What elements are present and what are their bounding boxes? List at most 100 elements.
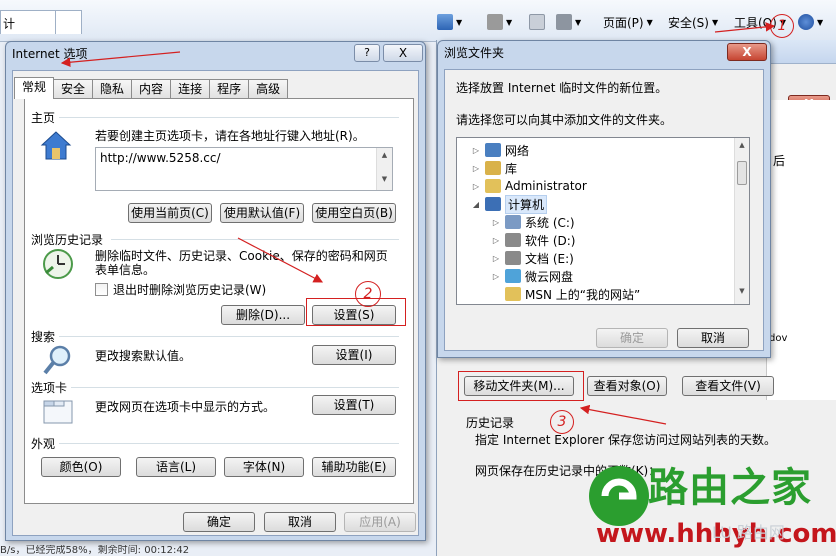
internet-options-dialog: Internet 选项 ? X 常规 安全 隐私 内容 连接 程序 高级 主页 … xyxy=(5,41,426,541)
dialog-title: 浏览文件夹 xyxy=(444,46,505,60)
clock-icon xyxy=(41,247,75,281)
status-bar-text: B/s，已经完成58%，剩余时间: 00:12:42 xyxy=(0,545,190,556)
chevron-down-icon: ▼ xyxy=(575,17,582,27)
tree-node[interactable]: ▷ 软件 (D:) xyxy=(491,231,575,249)
mail-button[interactable] xyxy=(529,12,545,32)
delete-history-button[interactable]: 删除(D)... xyxy=(221,305,305,325)
tree-node[interactable]: ▷ Administrator xyxy=(471,177,587,195)
tabs-window-icon xyxy=(41,395,75,429)
tab-advanced[interactable]: 高级 xyxy=(248,79,289,99)
tabs-settings-button[interactable]: 设置(T) xyxy=(312,395,396,415)
annotation-highlight-move xyxy=(458,371,584,401)
history-section-title: 历史记录 xyxy=(466,416,515,430)
safety-menu[interactable]: 安全(S) ▼ xyxy=(668,12,718,32)
magnifier-icon xyxy=(41,343,75,377)
apply-button[interactable]: 应用(A) xyxy=(344,512,416,532)
tree-expander-icon[interactable]: ▷ xyxy=(491,254,501,263)
tree-node-label: 软件 (D:) xyxy=(525,233,576,248)
browser-tab-label: 计 xyxy=(3,17,16,31)
search-settings-button[interactable]: 设置(I) xyxy=(312,345,396,365)
colors-button[interactable]: 颜色(O) xyxy=(41,457,121,477)
instruction-line1: 选择放置 Internet 临时文件的新位置。 xyxy=(456,81,668,95)
delete-on-exit-checkbox[interactable] xyxy=(95,283,108,296)
scrollbar[interactable]: ▲ ▼ xyxy=(376,148,392,190)
tab-privacy[interactable]: 隐私 xyxy=(92,79,133,99)
side-text-after: 后 xyxy=(773,154,786,168)
ok-button[interactable]: 确定 xyxy=(596,328,668,348)
computer-icon xyxy=(485,197,501,211)
tree-node[interactable]: ▷ 文档 (E:) xyxy=(491,249,574,267)
tree-node-label: 微云网盘 xyxy=(525,269,574,284)
home-button[interactable]: ▼ xyxy=(437,12,462,32)
search-description: 更改搜索默认值。 xyxy=(95,349,192,363)
windows-drive-icon xyxy=(505,215,521,229)
tree-node[interactable]: MSN 上的“我的网站” xyxy=(491,285,640,303)
tree-node[interactable]: ▷ 系统 (C:) xyxy=(491,213,575,231)
close-icon: X xyxy=(742,45,752,59)
user-folder-icon xyxy=(485,179,501,193)
divider xyxy=(59,443,399,444)
feeds-button[interactable]: ▼ xyxy=(487,12,512,32)
tree-node-label: Administrator xyxy=(505,179,587,193)
use-default-button[interactable]: 使用默认值(F) xyxy=(220,203,304,223)
tree-node-label: 计算机 xyxy=(505,194,548,214)
tree-node[interactable]: ▷ 库 xyxy=(471,159,517,177)
annotation-circle-2: 2 xyxy=(355,281,381,307)
annotation-highlight-settings xyxy=(306,298,406,326)
help-menu[interactable]: ▼ xyxy=(798,12,823,32)
languages-button[interactable]: 语言(L) xyxy=(136,457,216,477)
tree-expander-icon[interactable]: ▷ xyxy=(491,236,501,245)
scrollbar[interactable]: ▲ ▼ xyxy=(734,138,749,304)
accessibility-button[interactable]: 辅助功能(E) xyxy=(312,457,396,477)
settings-side-panel xyxy=(766,100,836,400)
folder-tree[interactable]: ▲ ▼ ▷ 网络 ▷ 库 ▷ Administrator ◢ 计算机 ▷ 系统 (C:) ▷ 软件 (… xyxy=(456,137,750,305)
new-tab-button[interactable] xyxy=(55,10,82,34)
view-files-button[interactable]: 查看文件(V) xyxy=(682,376,774,396)
cloud-drive-icon xyxy=(505,269,521,283)
browse-folder-dialog: 浏览文件夹 X 选择放置 Internet 临时文件的新位置。 请选择您可以向其… xyxy=(437,40,771,358)
view-objects-button[interactable]: 查看对象(O) xyxy=(587,376,667,396)
library-icon xyxy=(485,161,501,175)
instruction-line2: 请选择您可以向其中添加文件的文件夹。 xyxy=(456,113,673,127)
home-description: 若要创建主页选项卡，请在各地址行键入地址(R)。 xyxy=(95,129,365,143)
history-section-title: 浏览历史记录 xyxy=(31,233,104,247)
divider xyxy=(59,117,399,118)
tree-expander-icon[interactable]: ▷ xyxy=(491,272,501,281)
use-blank-button[interactable]: 使用空白页(B) xyxy=(312,203,396,223)
use-current-button[interactable]: 使用当前页(C) xyxy=(128,203,212,223)
tree-expander-icon[interactable]: ▷ xyxy=(471,182,481,191)
printer-icon xyxy=(556,14,572,30)
ok-button[interactable]: 确定 xyxy=(183,512,255,532)
chevron-down-icon: ▼ xyxy=(646,17,653,27)
help-icon xyxy=(798,14,814,30)
history-days-description: 指定 Internet Explorer 保存您访问过网站列表的天数。 xyxy=(475,433,777,447)
home-url-value: http://www.5258.cc/ xyxy=(100,151,221,165)
tree-node[interactable]: ◢ 计算机 xyxy=(471,194,548,214)
page-menu[interactable]: 页面(P) ▼ xyxy=(603,12,653,32)
annotation-circle-1: 1 xyxy=(770,14,794,38)
home-icon xyxy=(437,14,453,30)
tab-programs[interactable]: 程序 xyxy=(209,79,250,99)
rss-icon xyxy=(487,14,503,30)
tree-expander-icon[interactable]: ▷ xyxy=(471,146,481,155)
fonts-button[interactable]: 字体(N) xyxy=(224,457,304,477)
chevron-down-icon: ▼ xyxy=(711,17,719,27)
annotation-circle-3: 3 xyxy=(550,410,574,434)
print-button[interactable]: ▼ xyxy=(556,12,581,32)
tree-expander-icon[interactable]: ◢ xyxy=(471,200,481,209)
tab-connections[interactable]: 连接 xyxy=(170,79,211,99)
home-url-textarea[interactable]: http://www.5258.cc/ ▲ ▼ xyxy=(95,147,393,191)
close-button[interactable]: X xyxy=(383,44,423,62)
tab-security[interactable]: 安全 xyxy=(53,79,94,99)
cancel-button[interactable]: 取消 xyxy=(264,512,336,532)
tree-expander-icon[interactable]: ▷ xyxy=(491,218,501,227)
help-button[interactable]: ? xyxy=(354,44,380,62)
close-button[interactable]: X xyxy=(727,43,767,61)
tree-node[interactable]: ▷ 网络 xyxy=(471,141,529,159)
cancel-button[interactable]: 取消 xyxy=(677,328,749,348)
tree-expander-icon[interactable]: ▷ xyxy=(471,164,481,173)
tab-content[interactable]: 内容 xyxy=(131,79,172,99)
tree-node[interactable]: ▷ 微云网盘 xyxy=(491,267,573,285)
tab-general[interactable]: 常规 xyxy=(14,77,55,99)
mail-icon xyxy=(529,14,545,30)
